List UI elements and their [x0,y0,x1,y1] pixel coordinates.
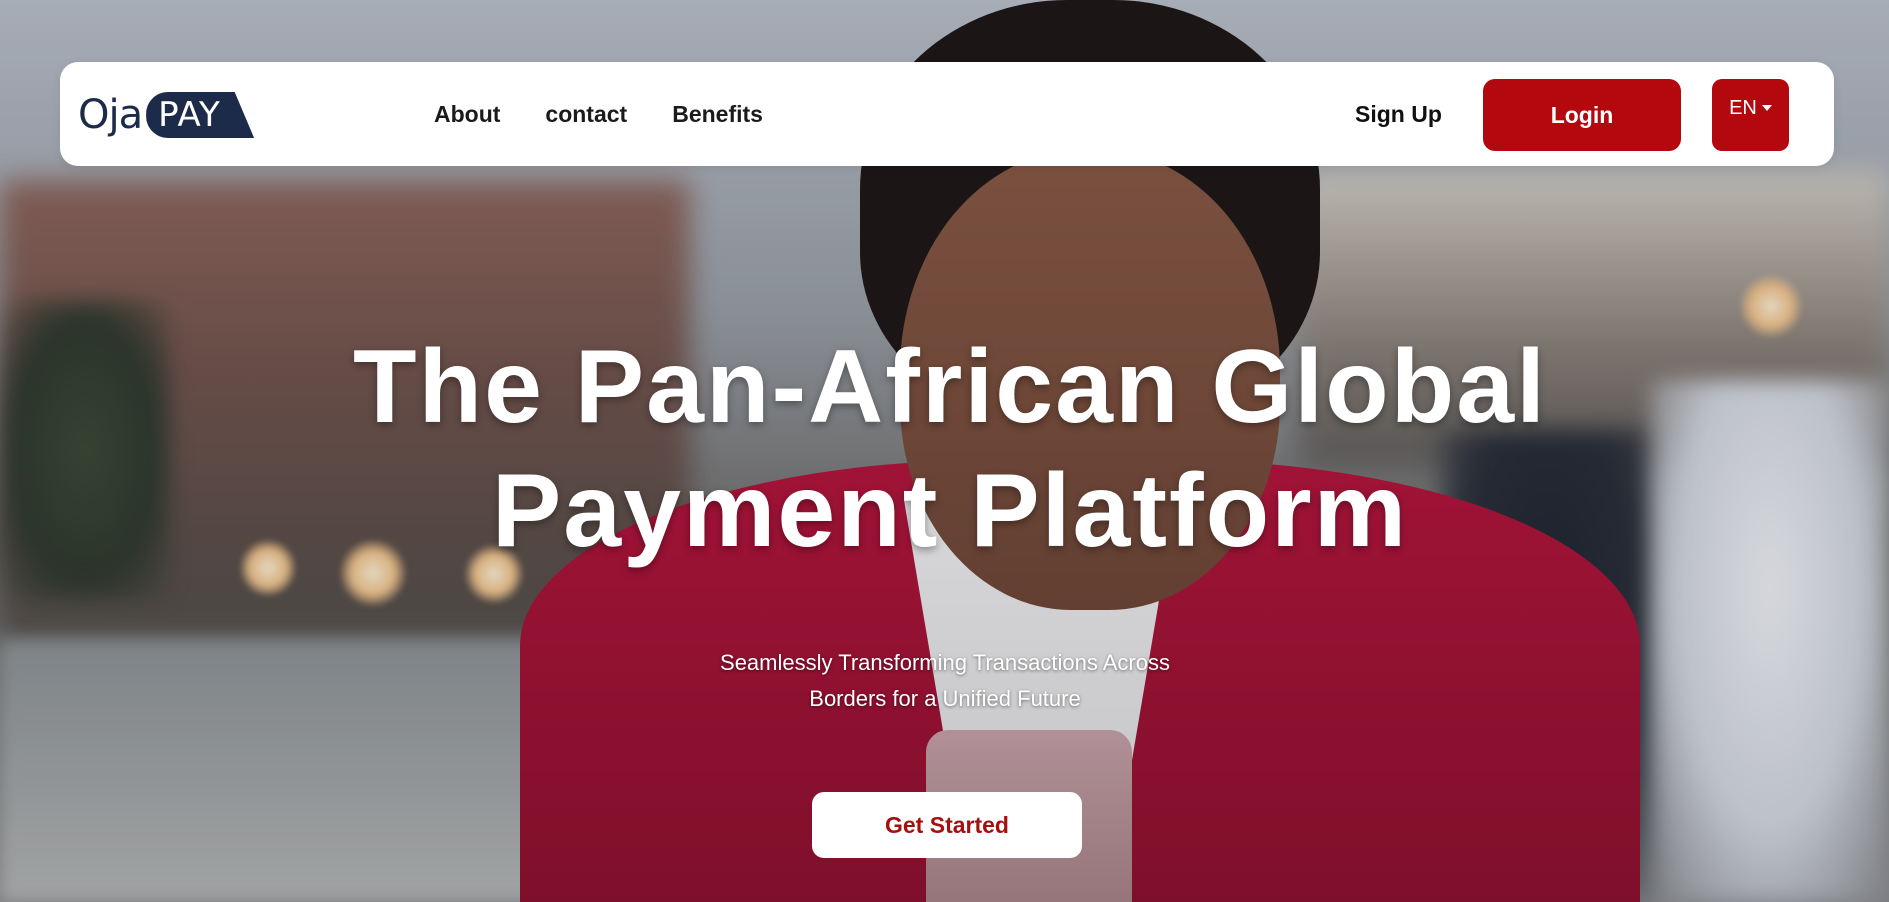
hero-subtitle-line1: Seamlessly Transforming Transactions Acr… [720,650,1170,675]
top-navbar: Oja PAY About contact Benefits Sign Up L… [60,62,1834,166]
hero-subtitle: Seamlessly Transforming Transactions Acr… [645,645,1245,717]
hero-headline-line1: The Pan-African Global [353,329,1547,445]
nav-links: About contact Benefits [434,62,763,166]
language-label: EN [1729,97,1757,119]
language-selector[interactable]: EN [1712,79,1789,151]
signup-link[interactable]: Sign Up [1355,62,1442,166]
hero-headline: The Pan-African Global Payment Platform [140,325,1760,573]
logo-text-pay: PAY [158,95,221,135]
hero-subtitle-line2: Borders for a Unified Future [809,686,1081,711]
hero-headline-line2: Payment Platform [491,453,1409,569]
login-button[interactable]: Login [1483,79,1681,151]
logo-text-oja: Oja [78,92,143,138]
nav-link-about[interactable]: About [434,101,500,128]
logo-pay-badge: PAY [146,92,255,138]
nav-link-contact[interactable]: contact [545,101,627,128]
ojapay-logo[interactable]: Oja PAY [78,90,255,140]
hero-section: Oja PAY About contact Benefits Sign Up L… [0,0,1889,902]
caret-down-icon [1761,105,1772,111]
nav-link-benefits[interactable]: Benefits [672,101,763,128]
get-started-button[interactable]: Get Started [812,792,1082,858]
